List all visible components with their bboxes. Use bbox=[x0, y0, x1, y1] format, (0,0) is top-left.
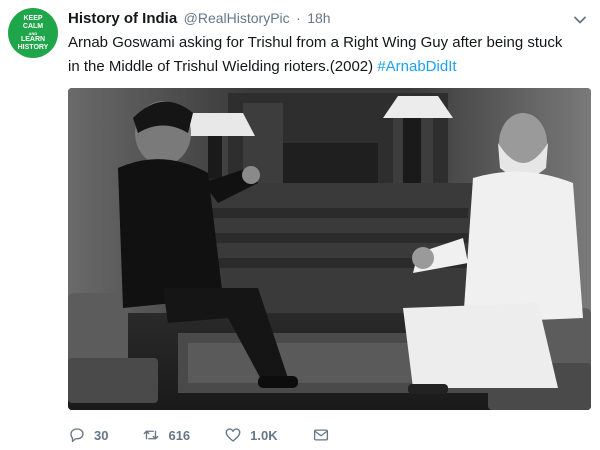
tweet-text: Arnab Goswami asking for Trishul from a … bbox=[68, 31, 578, 79]
retweet-count: 616 bbox=[168, 427, 191, 443]
avatar-text-line: CALM bbox=[22, 22, 44, 30]
avatar-text-line: KEEP bbox=[23, 14, 43, 22]
reply-count: 30 bbox=[94, 427, 109, 443]
tweet-header: History of India @RealHistoryPic · 18h bbox=[68, 10, 570, 30]
direct-message-button[interactable] bbox=[312, 426, 338, 444]
chevron-down-icon[interactable] bbox=[572, 12, 588, 28]
retweet-button[interactable]: 616 bbox=[142, 426, 190, 444]
avatar-text-line: LEARN bbox=[20, 35, 46, 43]
like-count: 1.0K bbox=[250, 427, 278, 443]
separator-dot: · bbox=[296, 10, 301, 26]
heart-icon bbox=[225, 428, 241, 442]
photo-illustration bbox=[68, 88, 591, 410]
tweet-card[interactable]: KEEP CALM AND LEARN HISTORY History of I… bbox=[0, 0, 600, 450]
tweet-actions: 30 616 1.0K bbox=[68, 423, 372, 447]
tweet-timestamp[interactable]: 18h bbox=[307, 10, 330, 26]
reply-button[interactable]: 30 bbox=[68, 426, 108, 444]
envelope-icon bbox=[313, 429, 328, 441]
tweet-photo[interactable] bbox=[68, 88, 591, 410]
hashtag-link[interactable]: #ArnabDidIt bbox=[377, 58, 456, 75]
like-button[interactable]: 1.0K bbox=[224, 426, 278, 444]
reply-icon bbox=[70, 428, 84, 443]
retweet-icon bbox=[144, 430, 159, 440]
avatar[interactable]: KEEP CALM AND LEARN HISTORY bbox=[8, 8, 58, 58]
tweet-body: Arnab Goswami asking for Trishul from a … bbox=[68, 34, 563, 75]
display-name[interactable]: History of India bbox=[68, 10, 177, 27]
user-handle[interactable]: @RealHistoryPic bbox=[184, 10, 290, 26]
avatar-text-line: HISTORY bbox=[17, 43, 49, 51]
